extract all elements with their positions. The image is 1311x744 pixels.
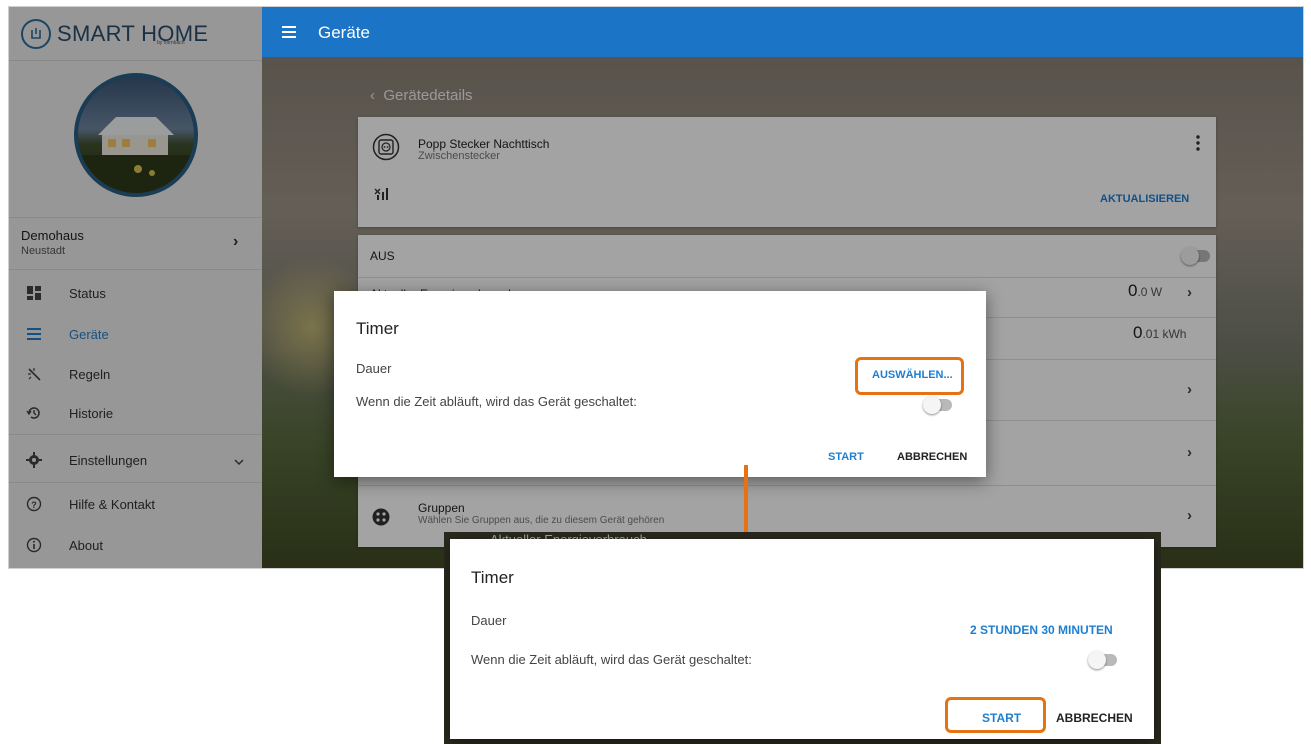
toggle-knob (1088, 651, 1106, 669)
app-header: Geräte (262, 7, 1303, 57)
switch-description: Wenn die Zeit abläuft, wird das Gerät ge… (356, 394, 637, 409)
cancel-button[interactable]: ABBRECHEN (897, 451, 967, 463)
modal-scrim (9, 7, 262, 568)
dialog-title: Timer (471, 568, 514, 587)
menu-hamburger-icon[interactable] (282, 25, 296, 43)
duration-label: Dauer (471, 613, 507, 628)
timer-dialog-result: Timer Dauer 2 STUNDEN 30 MINUTEN Wenn di… (450, 539, 1154, 739)
duration-value-button[interactable]: 2 STUNDEN 30 MINUTEN (970, 623, 1113, 637)
switch-toggle[interactable] (1088, 651, 1117, 669)
highlight-box (945, 697, 1046, 733)
toggle-knob (923, 396, 941, 414)
switch-description: Wenn die Zeit abläuft, wird das Gerät ge… (471, 652, 752, 667)
result-dialog-backdrop: Aktueller Energieverbrauch Timer Dauer 2… (444, 532, 1161, 744)
switch-toggle[interactable] (923, 396, 952, 414)
duration-label: Dauer (356, 361, 392, 376)
app-screenshot: SMART HOME by hornbach Demohaus Neustadt… (8, 6, 1304, 569)
cancel-button[interactable]: ABBRECHEN (1056, 711, 1133, 725)
dialog-title: Timer (356, 319, 399, 338)
highlight-box (855, 357, 964, 395)
start-button[interactable]: START (828, 451, 864, 463)
page-title: Geräte (318, 23, 370, 42)
sidebar: SMART HOME by hornbach Demohaus Neustadt… (9, 7, 262, 568)
